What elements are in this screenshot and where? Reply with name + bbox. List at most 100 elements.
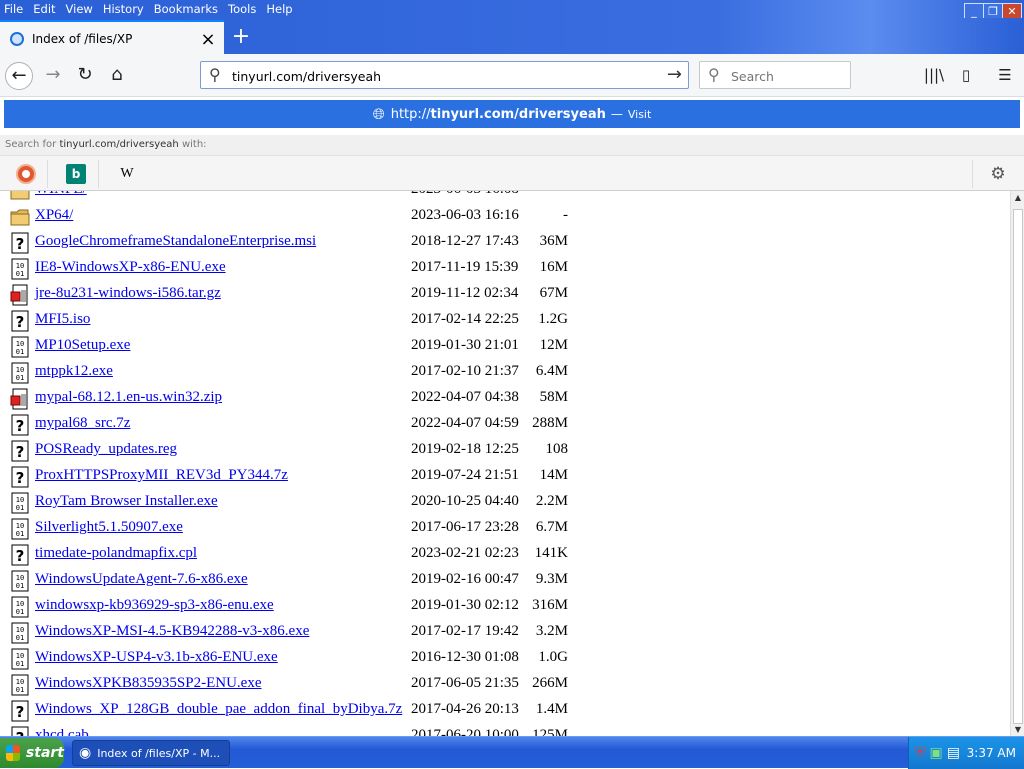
sidebar-button[interactable]: ▯ (954, 63, 978, 87)
svg-text:?: ? (16, 729, 25, 736)
search-with-bar: Search for tinyurl.com/driversyeah with: (0, 135, 1024, 155)
table-row: ? mypal68_src.7z 2022-04-07 04:59 288M (0, 412, 600, 438)
file-link[interactable]: IE8-WindowsXP-x86-ENU.exe (35, 259, 226, 276)
tab-active[interactable]: Index of /files/XP × (0, 20, 224, 56)
file-link[interactable]: GoogleChromeframeStandaloneEnterprise.ms… (35, 233, 316, 250)
menu-history[interactable]: History (103, 2, 144, 16)
file-date: 2017-11-19 15:39 (411, 259, 519, 275)
svg-text:?: ? (16, 443, 25, 461)
file-link[interactable]: mypal68_src.7z (35, 415, 130, 432)
library-button[interactable]: |||\ (922, 63, 946, 87)
file-link[interactable]: Windows_XP_128GB_double_pae_addon_final_… (35, 701, 402, 718)
file-link[interactable]: MP10Setup.exe (35, 337, 130, 354)
back-button[interactable]: ← (5, 62, 33, 90)
safely-remove-icon[interactable]: ▤ (947, 745, 960, 761)
sidebar-icon: ▯ (961, 66, 971, 84)
menu-edit[interactable]: Edit (33, 2, 55, 16)
file-size: 1.2G (538, 311, 568, 327)
globe-icon: 🌐︎ (372, 105, 385, 123)
file-size: 9.3M (535, 571, 568, 587)
tab-close-icon[interactable]: × (198, 29, 218, 50)
menu-button[interactable]: ☰ (993, 63, 1017, 87)
menu-file[interactable]: File (4, 2, 23, 16)
new-tab-button[interactable]: + (230, 24, 252, 49)
visit-url-domain: tinyurl.com/driversyeah (430, 106, 606, 122)
file-size: 108 (545, 441, 569, 457)
visit-suggestion[interactable]: 🌐︎ http://tinyurl.com/driversyeah — Visi… (4, 100, 1020, 128)
menu-view[interactable]: View (66, 2, 93, 16)
forward-button[interactable]: → (39, 62, 67, 90)
svg-text:10: 10 (16, 262, 24, 270)
file-unknown-icon: ? (10, 310, 30, 332)
network-icon[interactable]: ▣ (930, 745, 943, 761)
file-link[interactable]: WindowsXPKB835935SP2-ENU.exe (35, 675, 261, 692)
search-box[interactable]: ⚲ (699, 61, 851, 89)
scroll-up-icon[interactable]: ▲ (1011, 193, 1024, 202)
duckduckgo-engine-button[interactable] (16, 164, 36, 184)
menu-help[interactable]: Help (266, 2, 292, 16)
file-link[interactable]: Silverlight5.1.50907.exe (35, 519, 183, 536)
file-date: 2022-04-07 04:59 (411, 415, 519, 431)
file-link[interactable]: RoyTam Browser Installer.exe (35, 493, 218, 510)
file-link[interactable]: WINPE/ (35, 191, 87, 198)
file-unknown-icon: ? (10, 466, 30, 488)
back-arrow-icon: ← (11, 65, 27, 86)
svg-text:10: 10 (16, 340, 24, 348)
go-arrow-icon[interactable]: → (667, 64, 682, 85)
table-row: ? xhcd.cab 2017-06-20 10:00 125M (0, 724, 600, 736)
bing-engine-button[interactable]: b (66, 164, 86, 184)
file-link[interactable]: WindowsUpdateAgent-7.6-x86.exe (35, 571, 248, 588)
divider (972, 160, 973, 188)
svg-text:10: 10 (16, 626, 24, 634)
file-link[interactable]: WindowsXP-MSI-4.5-KB942288-v3-x86.exe (35, 623, 309, 640)
file-link[interactable]: POSReady_updates.reg (35, 441, 177, 458)
wikipedia-engine-button[interactable]: W (117, 164, 137, 184)
file-size: 14M (539, 467, 568, 483)
svg-text:10: 10 (16, 600, 24, 608)
menu-tools[interactable]: Tools (228, 2, 256, 16)
svg-text:01: 01 (16, 686, 24, 694)
search-with-suffix: with: (181, 139, 207, 150)
file-link[interactable]: WindowsXP-USP4-v3.1b-x86-ENU.exe (35, 649, 278, 666)
search-input[interactable] (731, 67, 841, 85)
file-date: 2017-06-05 21:35 (411, 675, 519, 691)
search-settings-button[interactable]: ⚙ (988, 164, 1008, 184)
vertical-scrollbar[interactable]: ▲ ▼ (1010, 191, 1024, 736)
file-link[interactable]: xhcd.cab (35, 727, 89, 736)
address-bar[interactable]: ⚲ → (200, 61, 689, 89)
url-input[interactable] (232, 66, 652, 86)
scroll-down-icon[interactable]: ▼ (1011, 725, 1024, 734)
file-link[interactable]: timedate-polandmapfix.cpl (35, 545, 197, 562)
file-date: 2019-02-18 12:25 (411, 441, 519, 457)
svg-text:10: 10 (16, 652, 24, 660)
file-binary-icon: 10 01 (10, 596, 30, 618)
file-link[interactable]: mypal-68.12.1.en-us.win32.zip (35, 389, 222, 406)
menu-bookmarks[interactable]: Bookmarks (154, 2, 218, 16)
table-row: 10 01 WindowsXP-MSI-4.5-KB942288-v3-x86.ex… (0, 620, 600, 646)
reload-button[interactable]: ↻ (71, 62, 99, 90)
security-shield-icon[interactable]: ⛨ (915, 745, 926, 761)
taskbar: start ◉ Index of /files/XP - M... ⛨ ▣ ▤ … (0, 736, 1024, 769)
scrollbar-thumb[interactable] (1013, 209, 1023, 724)
file-size: - (563, 207, 568, 223)
divider (47, 160, 48, 188)
file-link[interactable]: MFI5.iso (35, 311, 90, 328)
home-button[interactable]: ⌂ (103, 62, 131, 90)
search-icon: ⚲ (209, 65, 221, 84)
visit-url: http://tinyurl.com/driversyeah (391, 107, 606, 122)
file-size: 6.7M (535, 519, 568, 535)
file-size: 6.4M (535, 363, 568, 379)
file-link[interactable]: ProxHTTPSProxyMII_REV3d_PY344.7z (35, 467, 288, 484)
file-link[interactable]: XP64/ (35, 207, 73, 224)
file-size: 16M (539, 259, 568, 275)
file-date: 2018-12-27 17:43 (411, 233, 519, 249)
file-size: 288M (532, 415, 568, 431)
file-link[interactable]: windowsxp-kb936929-sp3-x86-enu.exe (35, 597, 274, 614)
table-row: 10 01 WindowsXP-USP4-v3.1b-x86-ENU.exe 2016… (0, 646, 600, 672)
table-row: 10 01 mtppk12.exe 2017-02-10 21:37 6.4M (0, 360, 600, 386)
file-link[interactable]: jre-8u231-windows-i586.tar.gz (35, 285, 221, 302)
start-button[interactable]: start (0, 738, 64, 768)
file-link[interactable]: mtppk12.exe (35, 363, 113, 380)
file-compressed-icon (10, 388, 30, 410)
taskbar-window-item[interactable]: ◉ Index of /files/XP - M... (72, 740, 230, 766)
